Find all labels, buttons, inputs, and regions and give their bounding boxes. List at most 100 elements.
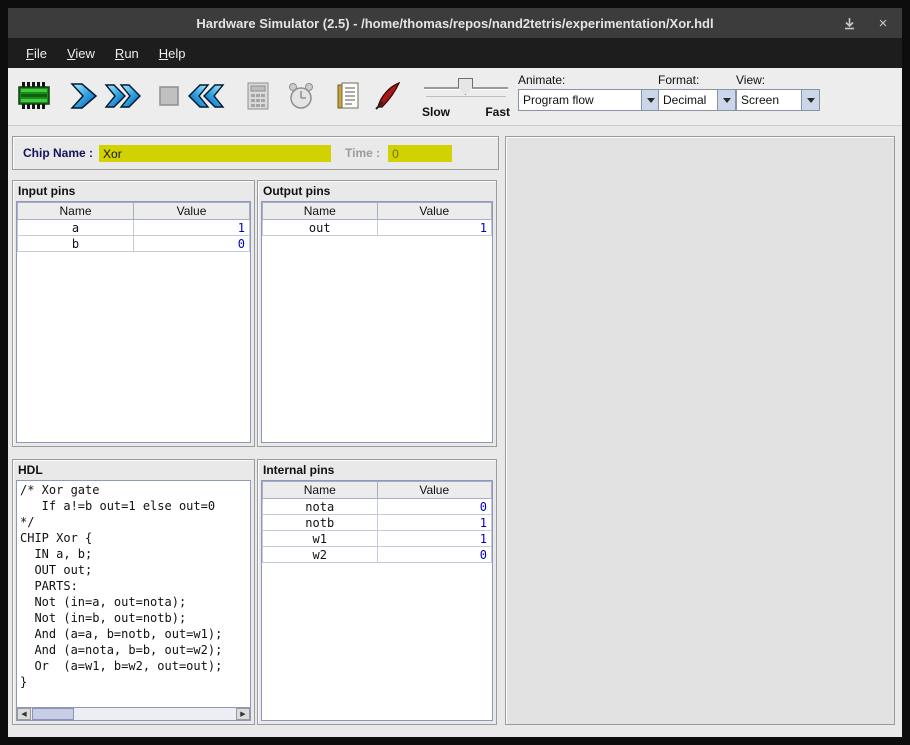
chevron-down-icon <box>807 98 815 103</box>
table-row: b 0 <box>18 236 250 252</box>
format-label: Format: <box>658 73 736 87</box>
internal-pins-title: Internal pins <box>258 460 496 478</box>
table-row: w2 0 <box>263 547 492 563</box>
pin-name: out <box>263 220 378 236</box>
pin-name: w2 <box>263 547 378 563</box>
single-step-button[interactable] <box>62 73 106 119</box>
slider-labels: Slow Fast <box>422 105 510 119</box>
pin-value: 1 <box>377 515 492 531</box>
animate-dropdown-button[interactable] <box>641 90 659 110</box>
format-group: Format: Decimal <box>658 73 736 111</box>
load-chip-button[interactable] <box>12 73 56 119</box>
scrollbar-thumb[interactable] <box>32 708 74 720</box>
scrollbar-track[interactable] <box>31 708 236 720</box>
menubar: File View Run Help <box>8 38 902 68</box>
view-value: Screen <box>737 90 801 110</box>
fast-label: Fast <box>485 105 510 119</box>
minimize-icon[interactable] <box>840 14 858 32</box>
run-button[interactable] <box>101 73 145 119</box>
output-pins-table: Name Value out 1 <box>261 201 493 443</box>
pin-name: a <box>18 220 134 236</box>
menu-help[interactable]: Help <box>149 41 196 66</box>
format-dropdown-button[interactable] <box>717 90 735 110</box>
format-value: Decimal <box>659 90 717 110</box>
table-row: a 1 <box>18 220 250 236</box>
table-row: w1 1 <box>263 531 492 547</box>
pin-name: nota <box>263 499 378 515</box>
pin-name: notb <box>263 515 378 531</box>
speed-slider[interactable]: Slow Fast <box>422 74 510 120</box>
animate-group: Animate: Program flow <box>518 73 660 111</box>
scroll-right-icon[interactable]: ▶ <box>236 708 250 720</box>
scroll-left-icon[interactable]: ◀ <box>17 708 31 720</box>
pin-value: 0 <box>377 547 492 563</box>
pin-value: 1 <box>377 531 492 547</box>
chevron-down-icon <box>647 98 655 103</box>
column-header-value: Value <box>134 203 250 220</box>
chip-name-label: Chip Name : <box>23 146 93 160</box>
app-window: Hardware Simulator (2.5) - /home/thomas/… <box>8 8 902 737</box>
hdl-panel: HDL /* Xor gate If a!=b out=1 else out=0… <box>12 459 255 725</box>
single-step-icon <box>69 82 99 110</box>
input-pins-panel: Input pins Name Value a 1 b 0 <box>12 180 255 447</box>
animate-label: Animate: <box>518 73 660 87</box>
toolbar: Slow Fast Animate: Program flow Format: … <box>8 68 902 126</box>
calculator-button[interactable] <box>236 73 280 119</box>
clock-icon <box>287 81 315 111</box>
pin-value[interactable]: 0 <box>134 236 250 252</box>
menu-file[interactable]: File <box>16 41 57 66</box>
pin-value[interactable]: 1 <box>134 220 250 236</box>
column-header-name: Name <box>263 203 378 220</box>
column-header-name: Name <box>263 482 378 499</box>
chip-icon <box>16 81 52 111</box>
format-select[interactable]: Decimal <box>658 89 736 111</box>
window-controls: × <box>840 8 892 38</box>
internal-pins-panel: Internal pins Name Value nota 0 notb <box>257 459 497 725</box>
table-row: nota 0 <box>263 499 492 515</box>
screen-view-panel <box>505 136 895 725</box>
main-content: Chip Name : Xor Time : 0 Input pins Name… <box>8 126 902 737</box>
animate-select[interactable]: Program flow <box>518 89 660 111</box>
view-group: View: Screen <box>736 73 820 111</box>
stop-icon <box>157 84 181 108</box>
close-icon[interactable]: × <box>874 14 892 32</box>
internal-pins-table: Name Value nota 0 notb 1 w1 <box>261 480 493 721</box>
paint-button[interactable] <box>365 73 409 119</box>
view-select[interactable]: Screen <box>736 89 820 111</box>
animate-value: Program flow <box>519 90 641 110</box>
run-icon <box>104 82 142 110</box>
slow-label: Slow <box>422 105 450 119</box>
view-hdl-button[interactable] <box>326 73 370 119</box>
hdl-title: HDL <box>13 460 254 478</box>
chevron-down-icon <box>723 98 731 103</box>
window-title: Hardware Simulator (2.5) - /home/thomas/… <box>196 16 713 31</box>
input-pins-table: Name Value a 1 b 0 <box>16 201 251 443</box>
reset-button[interactable] <box>184 73 228 119</box>
column-header-value: Value <box>377 482 492 499</box>
output-pins-panel: Output pins Name Value out 1 <box>257 180 497 447</box>
slider-thumb[interactable] <box>458 78 473 95</box>
chip-name-bar: Chip Name : Xor Time : 0 <box>12 136 499 170</box>
table-row: notb 1 <box>263 515 492 531</box>
slider-ticks <box>426 96 506 97</box>
hdl-code-view: /* Xor gate If a!=b out=1 else out=0 */ … <box>16 480 251 707</box>
quill-icon <box>372 81 402 111</box>
calculator-icon <box>245 81 271 111</box>
column-header-value: Value <box>377 203 492 220</box>
pin-value: 0 <box>377 499 492 515</box>
time-label: Time : <box>345 146 380 160</box>
column-header-name: Name <box>18 203 134 220</box>
pin-value: 1 <box>377 220 492 236</box>
chip-name-field: Xor <box>99 145 331 162</box>
view-dropdown-button[interactable] <box>801 90 819 110</box>
menu-run[interactable]: Run <box>105 41 149 66</box>
pin-name: w1 <box>263 531 378 547</box>
output-pins-title: Output pins <box>258 181 496 199</box>
input-pins-title: Input pins <box>13 181 254 199</box>
hdl-horizontal-scrollbar[interactable]: ◀ ▶ <box>16 707 251 721</box>
script-icon <box>335 81 361 111</box>
pin-name: b <box>18 236 134 252</box>
view-label: View: <box>736 73 820 87</box>
menu-view[interactable]: View <box>57 41 105 66</box>
clock-button[interactable] <box>279 73 323 119</box>
